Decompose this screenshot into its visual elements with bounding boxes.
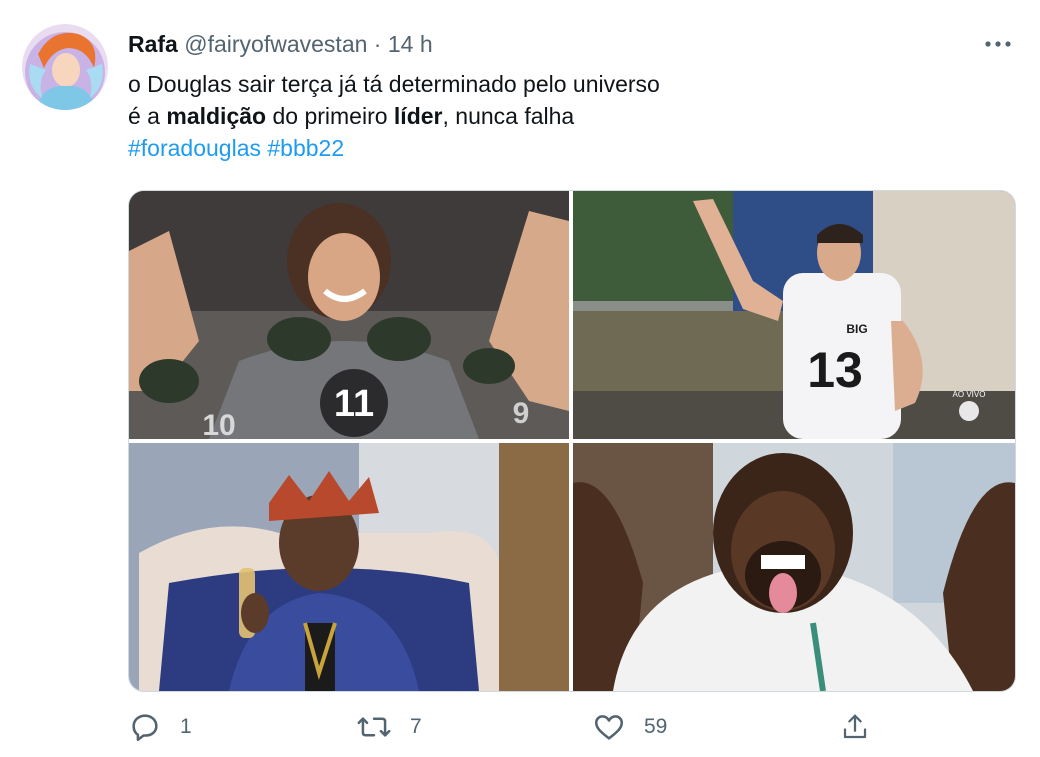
like-icon <box>594 715 624 740</box>
reply-icon <box>132 714 158 742</box>
timestamp[interactable]: 14 h <box>388 31 433 57</box>
tweet-text: o Douglas sair terça já tá determinado p… <box>128 68 660 164</box>
jersey-number: 13 <box>807 342 863 398</box>
broadcaster-logo-icon <box>959 401 979 421</box>
tweet-hashtags: #foradouglas #bbb22 <box>128 132 660 164</box>
jersey-logo-text: BIG <box>846 322 867 336</box>
tweet-line-1: o Douglas sair terça já tá determinado p… <box>128 71 660 97</box>
jersey-number: 11 <box>334 383 374 425</box>
avatar-image <box>22 24 108 110</box>
tweet-bold-word-1: maldição <box>166 103 267 129</box>
media-image-3[interactable] <box>129 443 569 691</box>
media-image-4[interactable] <box>573 443 1015 691</box>
reply-button[interactable]: 1 <box>128 710 192 744</box>
reply-count: 1 <box>180 715 192 738</box>
more-options-icon <box>985 41 1011 47</box>
like-button[interactable]: 59 <box>592 710 667 744</box>
user-handle[interactable]: @fairyofwavestan <box>184 31 367 57</box>
hashtag-link[interactable]: #bbb22 <box>267 135 344 161</box>
retweet-icon <box>357 717 391 737</box>
jersey-number-background: 9 <box>513 397 530 430</box>
like-count: 59 <box>644 715 668 738</box>
hashtag-link[interactable]: #foradouglas <box>128 135 261 161</box>
media-grid: 11 10 9 13 BIG AO VIVO <box>128 190 1016 692</box>
share-icon <box>843 714 867 739</box>
tweet-line-2-part-3: , nunca falha <box>442 103 575 129</box>
jersey-number-background: 10 <box>202 409 235 439</box>
media-image-2[interactable]: 13 BIG AO VIVO <box>573 191 1015 439</box>
tweet-header: Rafa @fairyofwavestan · 14 h <box>128 30 433 58</box>
share-button[interactable] <box>840 710 870 744</box>
media-image-1[interactable]: 11 10 9 <box>129 191 569 439</box>
separator-dot: · <box>373 31 382 57</box>
more-options-button[interactable] <box>982 30 1014 58</box>
tweet-actions: 1 7 59 <box>128 706 1014 750</box>
avatar[interactable] <box>22 24 108 110</box>
display-name[interactable]: Rafa <box>128 31 178 57</box>
tweet-bold-word-2: líder <box>393 103 443 129</box>
tweet-line-2-part-2: do primeiro <box>266 103 394 129</box>
tweet-line-2-part-1: é a <box>128 103 167 129</box>
retweet-button[interactable]: 7 <box>356 710 422 744</box>
tweet-line-2: é a maldição do primeiro líder, nunca fa… <box>128 100 660 132</box>
retweet-count: 7 <box>410 715 422 738</box>
live-badge: AO VIVO <box>953 390 986 399</box>
